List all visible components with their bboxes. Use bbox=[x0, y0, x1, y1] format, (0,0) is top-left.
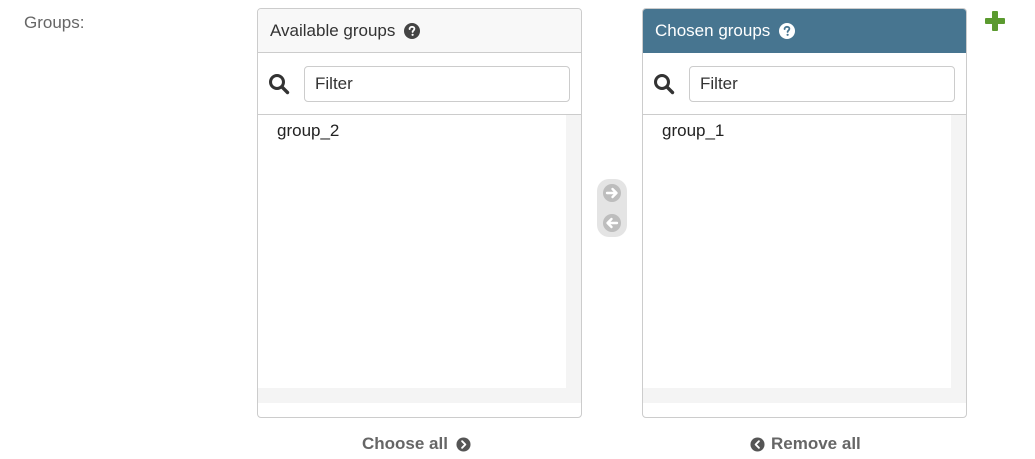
question-circle-icon[interactable] bbox=[779, 22, 796, 39]
chevron-left-circle-icon bbox=[750, 436, 765, 452]
chosen-groups-box: Chosen groups group_1 bbox=[642, 8, 967, 418]
groups-label: Groups: bbox=[24, 13, 85, 32]
chosen-groups-header: Chosen groups bbox=[643, 9, 966, 53]
choose-all-link[interactable]: Choose all bbox=[362, 434, 471, 454]
transfer-controls bbox=[597, 179, 627, 237]
list-item[interactable]: group_1 bbox=[643, 118, 951, 144]
choose-all-label: Choose all bbox=[362, 434, 448, 453]
arrow-left-circle-icon[interactable] bbox=[602, 213, 622, 233]
available-groups-title: Available groups bbox=[270, 20, 396, 40]
remove-all-label: Remove all bbox=[771, 434, 861, 453]
chosen-filter-input[interactable] bbox=[689, 65, 955, 102]
available-groups-list[interactable]: group_2 bbox=[258, 115, 581, 403]
list-item[interactable]: group_2 bbox=[258, 118, 566, 144]
chosen-groups-list[interactable]: group_1 bbox=[643, 115, 966, 403]
search-icon bbox=[269, 73, 290, 94]
groups-field: Groups: Available groups group_2 bbox=[0, 0, 1035, 459]
available-filter-row bbox=[258, 53, 581, 115]
available-groups-header: Available groups bbox=[258, 9, 581, 53]
chosen-filter-row bbox=[643, 53, 966, 115]
remove-all-link[interactable]: Remove all bbox=[750, 434, 861, 454]
available-filter-input[interactable] bbox=[304, 65, 570, 102]
question-circle-icon[interactable] bbox=[404, 22, 421, 39]
available-groups-box: Available groups group_2 bbox=[257, 8, 582, 418]
arrow-right-circle-icon[interactable] bbox=[602, 183, 622, 203]
chevron-right-circle-icon bbox=[456, 436, 471, 452]
chosen-groups-title: Chosen groups bbox=[655, 20, 771, 40]
search-icon bbox=[654, 73, 675, 94]
plus-icon[interactable] bbox=[984, 10, 1006, 32]
